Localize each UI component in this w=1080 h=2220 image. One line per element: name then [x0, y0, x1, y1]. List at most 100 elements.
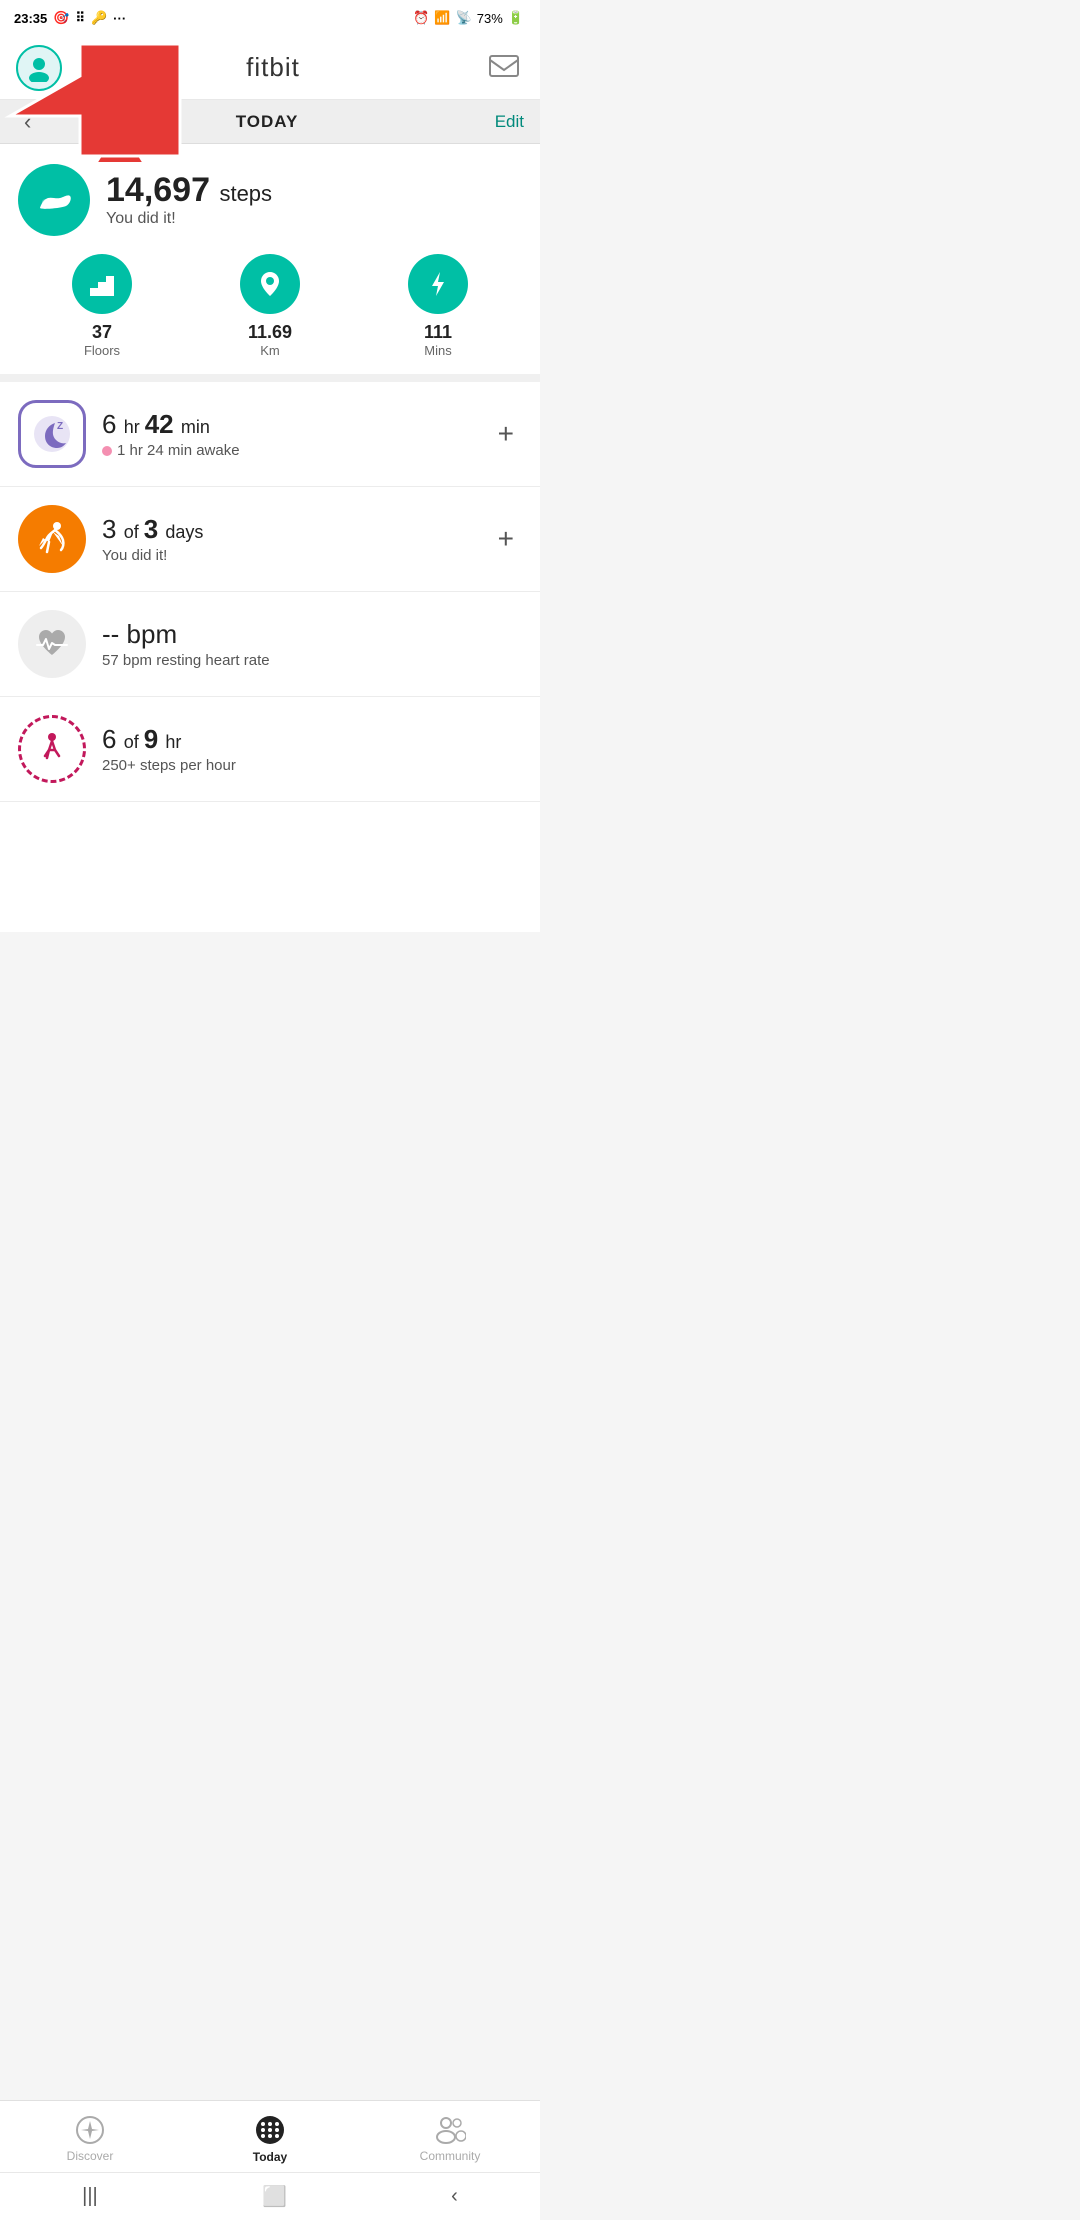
- community-label: Community: [420, 2149, 481, 2163]
- back-button[interactable]: ‹: [16, 101, 39, 143]
- heartrate-main: -- bpm: [102, 619, 522, 650]
- steps-subtitle: You did it!: [106, 210, 272, 228]
- sleep-sub: 1 hr 24 min awake: [102, 442, 474, 459]
- list-section: Z 6 hr 42 min 1 hr 24 min awake +: [0, 382, 540, 802]
- edit-button[interactable]: Edit: [495, 112, 524, 132]
- activezone-sub: 250+ steps per hour: [102, 757, 522, 774]
- activezone-content: 6 of 9 hr 250+ steps per hour: [102, 724, 522, 774]
- floors-icon: [72, 254, 132, 314]
- heartrate-icon-wrap: [18, 610, 86, 678]
- activezone-item[interactable]: 6 of 9 hr 250+ steps per hour: [0, 697, 540, 802]
- today-icon: [254, 2114, 286, 2146]
- floors-metric[interactable]: 37 Floors: [18, 254, 186, 358]
- inbox-icon: [489, 55, 519, 81]
- activezone-of: of: [124, 732, 144, 752]
- shoe-icon: [34, 180, 74, 220]
- main-content: 14,697 steps You did it! 37 Floors: [0, 144, 540, 932]
- km-value: 11.69: [248, 322, 292, 343]
- nav-bar: ‹ TODAY Edit: [0, 100, 540, 144]
- signal-icon: 📡: [456, 10, 472, 26]
- nav-title: TODAY: [236, 112, 299, 132]
- location-icon: [254, 268, 286, 300]
- mins-value: 111: [424, 322, 452, 343]
- mins-icon: [408, 254, 468, 314]
- app-bar: fitbit: [0, 36, 540, 100]
- awake-dot: [102, 446, 112, 456]
- heartrate-sub: 57 bpm resting heart rate: [102, 652, 522, 669]
- nav-today[interactable]: Today: [180, 2114, 360, 2164]
- sleep-add-button[interactable]: +: [490, 410, 522, 458]
- steps-section: 14,697 steps You did it! 37 Floors: [0, 144, 540, 382]
- status-time: 23:35: [14, 11, 47, 26]
- km-icon: [240, 254, 300, 314]
- sys-nav-home[interactable]: ⬜: [238, 2176, 311, 2217]
- sleep-hr-val: 6: [102, 409, 124, 439]
- nav-discover[interactable]: Discover: [0, 2115, 180, 2163]
- avatar-icon: [25, 54, 53, 82]
- alarm-icon: ⏰: [413, 10, 429, 26]
- steps-info: 14,697 steps You did it!: [106, 172, 272, 227]
- floors-value: 37: [92, 322, 112, 343]
- status-left: 23:35 🎯 ⠿ 🔑 ···: [14, 10, 126, 26]
- app-title: fitbit: [246, 52, 300, 83]
- activity-count: 3: [102, 514, 124, 544]
- steps-top: 14,697 steps You did it!: [18, 164, 522, 236]
- activezone-icon-wrap: [18, 715, 86, 783]
- wifi-icon: 📶: [434, 10, 450, 26]
- heart-rate-icon: [31, 623, 73, 665]
- activity-icon-wrap: [18, 505, 86, 573]
- activezone-hr: hr: [165, 732, 181, 752]
- floors-label: Floors: [84, 343, 120, 358]
- battery-level: 73%: [477, 11, 503, 26]
- sleep-content: 6 hr 42 min 1 hr 24 min awake: [102, 409, 474, 459]
- status-icon-1: 🎯: [53, 10, 69, 26]
- sleep-main: 6 hr 42 min: [102, 409, 474, 440]
- status-bar: 23:35 🎯 ⠿ 🔑 ··· ⏰ 📶 📡 73% 🔋: [0, 0, 540, 36]
- heartrate-item[interactable]: -- bpm 57 bpm resting heart rate: [0, 592, 540, 697]
- activity-of: of: [124, 522, 144, 542]
- sleep-hr-label: hr: [124, 417, 145, 437]
- sys-nav-recents[interactable]: |||: [58, 2177, 122, 2216]
- activity-content: 3 of 3 days You did it!: [102, 514, 474, 564]
- battery-icon: 🔋: [508, 10, 524, 26]
- inbox-button[interactable]: [484, 48, 524, 88]
- activity-total: 3: [144, 514, 166, 544]
- discover-label: Discover: [67, 2149, 114, 2163]
- nav-community[interactable]: Community: [360, 2115, 540, 2163]
- sleep-min-label: min: [181, 417, 210, 437]
- activezone-num: 6: [102, 724, 124, 754]
- bottom-nav: Discover Today Community: [0, 2100, 540, 2172]
- discover-icon: [75, 2115, 105, 2145]
- activity-add-button[interactable]: +: [490, 515, 522, 563]
- sleep-item[interactable]: Z 6 hr 42 min 1 hr 24 min awake +: [0, 382, 540, 487]
- stairs-icon: [86, 268, 118, 300]
- sys-nav-back[interactable]: ‹: [427, 2177, 482, 2216]
- system-nav: ||| ⬜ ‹: [0, 2172, 540, 2220]
- heartrate-content: -- bpm 57 bpm resting heart rate: [102, 619, 522, 669]
- svg-text:Z: Z: [57, 421, 63, 432]
- activity-main: 3 of 3 days: [102, 514, 474, 545]
- activezone-main: 6 of 9 hr: [102, 724, 522, 755]
- heartrate-icon-container: [18, 610, 86, 678]
- status-icon-4: ···: [113, 11, 126, 26]
- steps-icon: [18, 164, 90, 236]
- avatar-button[interactable]: [16, 45, 62, 91]
- mins-metric[interactable]: 111 Mins: [354, 254, 522, 358]
- status-icon-3: 🔑: [91, 10, 107, 26]
- km-metric[interactable]: 11.69 Km: [186, 254, 354, 358]
- activity-item[interactable]: 3 of 3 days You did it! +: [0, 487, 540, 592]
- sleep-icon-container: Z: [18, 400, 86, 468]
- activezone-total: 9: [144, 724, 166, 754]
- activezone-icon-container: [18, 715, 86, 783]
- activity-icon-container: [18, 505, 86, 573]
- sleep-icon-wrap: Z: [18, 400, 86, 468]
- steps-count: 14,697 steps: [106, 172, 272, 209]
- mins-label: Mins: [424, 343, 451, 358]
- status-icon-2: ⠿: [75, 10, 85, 26]
- status-right: ⏰ 📶 📡 73% 🔋: [413, 10, 524, 26]
- km-label: Km: [260, 343, 280, 358]
- metrics-row: 37 Floors 11.69 Km: [18, 254, 522, 358]
- activity-sub: You did it!: [102, 547, 474, 564]
- sleep-min-val: 42: [145, 409, 181, 439]
- lightning-icon: [422, 268, 454, 300]
